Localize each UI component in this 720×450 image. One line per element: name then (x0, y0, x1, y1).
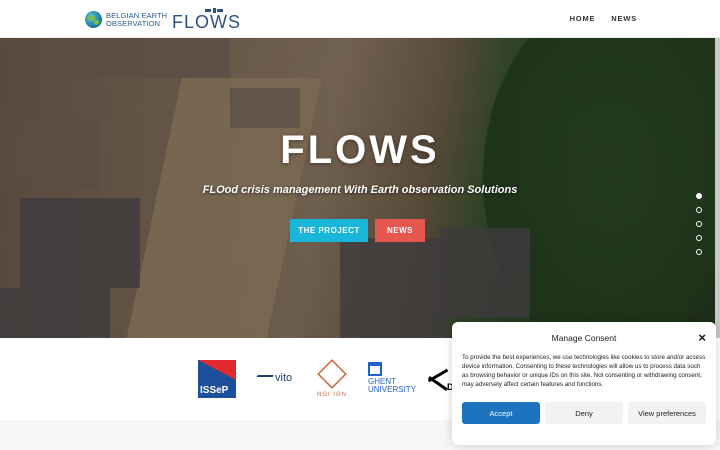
slider-dot[interactable] (696, 249, 702, 255)
building-icon (368, 362, 382, 376)
nav-home[interactable]: HOME (570, 14, 596, 23)
hero-slider: FLOWS FLOod crisis management With Earth… (0, 38, 720, 338)
issep-logo[interactable]: ISSeP (198, 360, 236, 398)
building (20, 198, 140, 288)
slider-dot[interactable] (696, 193, 702, 199)
building (230, 88, 300, 128)
site-header: BELGIAN EARTH OBSERVATION FLOWS HOME NEW… (0, 0, 720, 38)
consent-title: Manage Consent (551, 333, 617, 343)
vito-logo[interactable]: vito (254, 372, 293, 384)
accept-button[interactable]: Accept (462, 402, 540, 424)
building (0, 288, 110, 338)
nav-news[interactable]: NEWS (611, 14, 637, 23)
slider-dots (696, 193, 702, 263)
diamond-icon (317, 359, 347, 389)
ngi-logo-text: NGI IGN (316, 392, 347, 398)
slider-dot[interactable] (696, 207, 702, 213)
building (60, 38, 230, 78)
building (440, 228, 530, 318)
main-nav: HOME NEWS (570, 14, 637, 23)
deny-button[interactable]: Deny (545, 402, 623, 424)
page-scrollbar[interactable] (715, 38, 720, 338)
slider-dot[interactable] (696, 221, 702, 227)
ghent-university-logo[interactable]: GHENT UNIVERSITY (368, 362, 416, 394)
slider-dot[interactable] (696, 235, 702, 241)
bird-icon (254, 375, 274, 381)
brand-text: BELGIAN EARTH OBSERVATION (106, 11, 167, 28)
hero-title: FLOWS (280, 128, 440, 172)
flows-logo-text: FLOWS (172, 12, 242, 32)
vito-logo-text: vito (275, 372, 293, 384)
news-button[interactable]: NEWS (375, 219, 425, 242)
consent-body: To provide the best experiences, we use … (462, 354, 706, 388)
belgian-earth-observation-logo[interactable]: BELGIAN EARTH OBSERVATION (85, 11, 167, 28)
consent-dialog: Manage Consent × To provide the best exp… (452, 322, 716, 445)
dlr-logo[interactable]: D (427, 368, 455, 396)
ghent-line2: UNIVERSITY (368, 385, 417, 394)
view-preferences-button[interactable]: View preferences (628, 402, 706, 424)
brand-line2: OBSERVATION (106, 18, 161, 28)
the-project-button[interactable]: THE PROJECT (290, 219, 368, 242)
flows-logo[interactable]: FLOWS (172, 8, 240, 32)
hero-subtitle: FLOod crisis management With Earth obser… (202, 184, 518, 196)
building (340, 238, 450, 338)
ngi-logo[interactable]: NGI IGN (314, 359, 350, 402)
issep-logo-text: ISSeP (200, 385, 229, 396)
close-icon[interactable]: × (698, 330, 706, 345)
globe-icon (85, 11, 102, 28)
